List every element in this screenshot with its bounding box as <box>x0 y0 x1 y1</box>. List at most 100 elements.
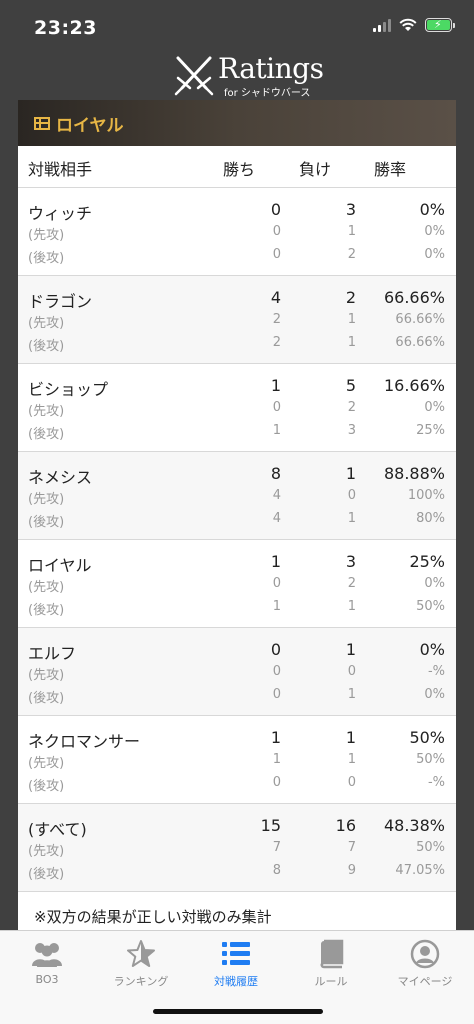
wins-cell: 2 <box>272 335 281 350</box>
wins-cell: 15 <box>260 816 281 835</box>
opponent-cell: (先攻) <box>28 668 65 683</box>
tab-rules[interactable]: ルール <box>284 937 378 989</box>
rate-cell: 50% <box>416 752 445 767</box>
opponent-cell: (後攻) <box>28 691 65 706</box>
matchup-group: ネメシス 8 1 88.88% (先攻) 4 0 100% (後攻) 4 1 80% <box>18 452 456 540</box>
matchup-second-row: (後攻) 0 0 -% <box>18 775 456 797</box>
wins-cell: 8 <box>272 863 281 878</box>
wins-cell: 0 <box>272 664 281 679</box>
wins-cell: 1 <box>270 728 281 747</box>
matchup-total-row: ネクロマンサー 1 1 50% <box>18 728 456 751</box>
opponent-cell: (後攻) <box>28 251 65 266</box>
matchup-group: ウィッチ 0 3 0% (先攻) 0 1 0% (後攻) 0 2 0% <box>18 188 456 276</box>
tab-match-history[interactable]: 対戦履歴 <box>189 937 283 989</box>
wins-cell: 0 <box>270 200 281 219</box>
matchup-first-row: (先攻) 1 1 50% <box>18 752 456 774</box>
opponent-cell: ネクロマンサー <box>28 732 141 751</box>
losses-cell: 1 <box>345 464 356 483</box>
opponent-cell: (すべて) <box>28 820 87 839</box>
person-icon <box>410 939 440 969</box>
losses-cell: 1 <box>347 687 356 702</box>
list-icon <box>222 942 250 965</box>
rate-cell: 66.66% <box>395 335 445 350</box>
opponent-cell: (先攻) <box>28 756 65 771</box>
matchup-second-row: (後攻) 1 3 25% <box>18 423 456 445</box>
wins-cell: 0 <box>272 247 281 262</box>
rate-cell: 66.66% <box>395 312 445 327</box>
status-bar: 23:23 ⚡ <box>0 0 474 56</box>
opponent-cell: (先攻) <box>28 580 65 595</box>
wins-cell: 1 <box>272 599 281 614</box>
matchup-total-row: ドラゴン 4 2 66.66% <box>18 288 456 311</box>
opponent-cell: (後攻) <box>28 427 65 442</box>
rate-cell: 0% <box>424 576 445 591</box>
tab-label: 対戦履歴 <box>214 975 258 988</box>
people-icon <box>32 943 62 967</box>
cellular-signal-icon <box>373 18 391 32</box>
losses-cell: 0 <box>347 488 356 503</box>
col-losses: 負け <box>299 160 332 179</box>
matchup-total-row: ネメシス 8 1 88.88% <box>18 464 456 487</box>
matchup-second-row: (後攻) 1 1 50% <box>18 599 456 621</box>
rate-cell: -% <box>427 775 445 790</box>
wins-cell: 0 <box>272 224 281 239</box>
losses-cell: 16 <box>335 816 356 835</box>
rate-cell: 50% <box>416 840 445 855</box>
col-wins: 勝ち <box>223 160 256 179</box>
opponent-cell: (後攻) <box>28 515 65 530</box>
losses-cell: 1 <box>347 312 356 327</box>
rate-cell: 25% <box>416 423 445 438</box>
opponent-cell: ロイヤル <box>28 556 92 575</box>
matchup-first-row: (先攻) 4 0 100% <box>18 488 456 510</box>
rate-cell: 0% <box>419 640 445 659</box>
matchup-second-row: (後攻) 2 1 66.66% <box>18 335 456 357</box>
wifi-icon <box>399 18 417 31</box>
rate-cell: 50% <box>409 728 445 747</box>
col-rate: 勝率 <box>374 160 407 179</box>
tab-ranking[interactable]: ランキング <box>94 937 188 989</box>
opponent-cell: (先攻) <box>28 316 65 331</box>
app-logo: Ratings for シャドウバース <box>172 52 324 99</box>
wins-cell: 2 <box>272 312 281 327</box>
class-header: ロイヤル <box>18 100 456 146</box>
losses-cell: 3 <box>345 552 356 571</box>
rate-cell: 0% <box>424 400 445 415</box>
home-indicator <box>153 1009 323 1014</box>
rate-cell: 0% <box>424 687 445 702</box>
tab-bo3[interactable]: BO3 <box>0 937 94 986</box>
opponent-cell: (先攻) <box>28 228 65 243</box>
losses-cell: 2 <box>345 288 356 307</box>
wins-cell: 0 <box>272 687 281 702</box>
opponent-cell: ビショップ <box>28 380 109 399</box>
losses-cell: 1 <box>347 752 356 767</box>
wins-cell: 4 <box>272 488 281 503</box>
class-name: ロイヤル <box>56 115 124 136</box>
losses-cell: 1 <box>345 640 356 659</box>
tab-my-page[interactable]: マイページ <box>378 937 472 989</box>
rate-cell: 48.38% <box>383 816 445 835</box>
app-root: 23:23 ⚡ Ratings for シャドウバース ロイヤル 対戦相手 勝ち… <box>0 0 474 1024</box>
crossed-swords-icon <box>174 56 214 96</box>
losses-cell: 1 <box>347 511 356 526</box>
opponent-cell: (後攻) <box>28 339 65 354</box>
opponent-cell: (後攻) <box>28 779 65 794</box>
matchup-second-row: (後攻) 0 2 0% <box>18 247 456 269</box>
losses-cell: 5 <box>345 376 356 395</box>
wins-cell: 0 <box>272 576 281 591</box>
rate-cell: 0% <box>419 200 445 219</box>
losses-cell: 3 <box>347 423 356 438</box>
matchup-group: (すべて) 15 16 48.38% (先攻) 7 7 50% (後攻) 8 9 47.05% <box>18 804 456 892</box>
wins-cell: 1 <box>272 752 281 767</box>
matchup-second-row: (後攻) 0 1 0% <box>18 687 456 709</box>
app-subtitle: for シャドウバース <box>224 88 311 99</box>
wins-cell: 1 <box>270 552 281 571</box>
wins-cell: 0 <box>270 640 281 659</box>
results-panel: ロイヤル 対戦相手 勝ち 負け 勝率 ウィッチ 0 3 0% (先攻) 0 1 0% (後攻) 0… <box>18 100 456 930</box>
wins-cell: 0 <box>272 400 281 415</box>
tab-label: ランキング <box>113 975 169 988</box>
opponent-cell: ドラゴン <box>28 292 93 311</box>
losses-cell: 1 <box>347 335 356 350</box>
losses-cell: 0 <box>347 775 356 790</box>
footnote: ※双方の結果が正しい対戦のみ集計 <box>34 908 272 926</box>
wins-cell: 8 <box>270 464 281 483</box>
